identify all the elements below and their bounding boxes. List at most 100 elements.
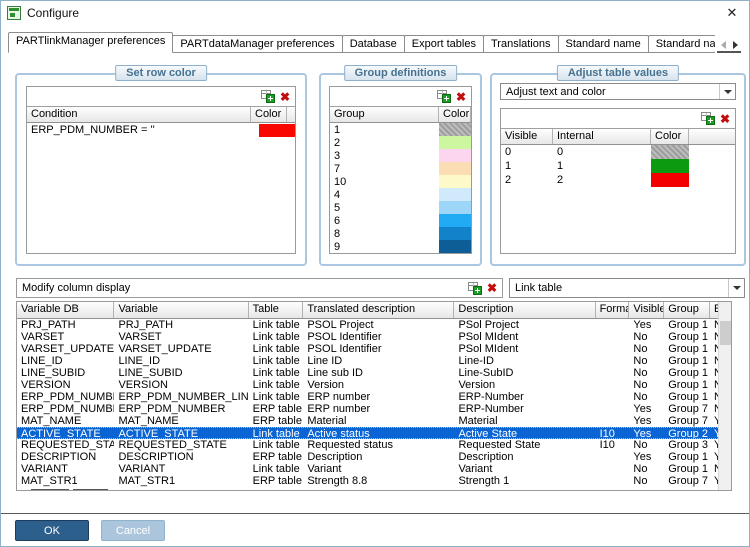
- partial-row: [17, 487, 718, 490]
- add-row-icon[interactable]: [701, 112, 715, 125]
- add-row-icon[interactable]: [261, 90, 275, 103]
- delete-column-icon[interactable]: ✖: [487, 282, 497, 294]
- cell: ERP_PDM_NUMBER: [17, 391, 114, 403]
- delete-row-icon[interactable]: ✖: [720, 113, 730, 125]
- column-header-4[interactable]: Description: [454, 302, 595, 318]
- column-header-color[interactable]: Color: [651, 129, 689, 144]
- vertical-scrollbar[interactable]: [718, 302, 731, 490]
- add-row-icon[interactable]: [437, 90, 451, 103]
- table-row[interactable]: LINE_IDLINE_IDLink tableLine IDLine-IDNo…: [17, 355, 718, 367]
- table-row[interactable]: ERP_PDM_NUMBERERP_PDM_NUMBERERP tableERP…: [17, 403, 718, 415]
- column-header-7[interactable]: Group: [664, 302, 710, 318]
- color-swatch[interactable]: [651, 173, 689, 187]
- column-header-group[interactable]: Group: [330, 107, 439, 122]
- internal-cell: 2: [553, 174, 651, 186]
- color-swatch[interactable]: [439, 240, 471, 253]
- group-cell: 4: [330, 189, 439, 201]
- cell: VERSION: [17, 379, 114, 391]
- column-header-condition[interactable]: Condition: [27, 107, 251, 122]
- table-row[interactable]: 9: [330, 240, 471, 253]
- tab-4[interactable]: Translations: [483, 35, 559, 53]
- table-row[interactable]: VARIANTVARIANTLink tableVariantVariantNo…: [17, 463, 718, 475]
- cell: Requested status: [303, 439, 454, 451]
- table-row[interactable]: 00: [501, 145, 735, 159]
- table-row[interactable]: 5: [330, 201, 471, 214]
- cell: Group 2: [664, 428, 710, 438]
- column-header-8[interactable]: E: [710, 302, 718, 318]
- column-header-stub: [689, 129, 735, 144]
- scrollbar-thumb[interactable]: [720, 321, 731, 345]
- adjust-mode-dropdown[interactable]: Adjust text and color: [500, 83, 736, 100]
- delete-row-icon[interactable]: ✖: [280, 91, 290, 103]
- ok-button[interactable]: OK: [15, 520, 89, 541]
- adjust-table-values-body: 001122: [501, 145, 735, 187]
- mcd-header-row: Variable DBVariableTableTranslated descr…: [17, 302, 718, 319]
- tab-0[interactable]: PARTlinkManager preferences: [8, 32, 173, 53]
- table-row[interactable]: MAT_STR1MAT_STR1ERP tableStrength 8.8Str…: [17, 475, 718, 487]
- cell: Group 1: [664, 343, 710, 355]
- close-icon[interactable]: ✕: [723, 4, 741, 22]
- table-row[interactable]: VARSETVARSETLink tablePSOL IdentifierPSo…: [17, 331, 718, 343]
- table-row[interactable]: ERP_PDM_NUMBERERP_PDM_NUMBER_LINKTABLELi…: [17, 391, 718, 403]
- color-swatch[interactable]: [439, 188, 471, 201]
- table-row[interactable]: 3: [330, 149, 471, 162]
- column-header-internal[interactable]: Internal: [553, 129, 651, 144]
- adjust-table-values-panel: ✖ Visible Internal Color 001122: [500, 108, 736, 254]
- table-select-dropdown[interactable]: Link table: [509, 278, 745, 298]
- table-row[interactable]: ACTIVE_STATEACTIVE_STATELink tableActive…: [17, 427, 718, 439]
- table-row[interactable]: 10: [330, 175, 471, 188]
- tab-2[interactable]: Database: [342, 35, 405, 53]
- column-header-6[interactable]: Visible: [629, 302, 664, 318]
- cell: [596, 331, 630, 343]
- color-swatch[interactable]: [651, 159, 689, 173]
- color-swatch[interactable]: [439, 136, 471, 149]
- table-row[interactable]: ERP_PDM_NUMBER = '': [27, 123, 295, 137]
- column-header-1[interactable]: Variable: [114, 302, 248, 318]
- tab-1[interactable]: PARTdataManager preferences: [172, 35, 342, 53]
- cell: Group 1: [664, 451, 710, 463]
- color-swatch[interactable]: [439, 175, 471, 188]
- column-header-3[interactable]: Translated description: [303, 302, 454, 318]
- table-row[interactable]: PRJ_PATHPRJ_PATHLink tablePSOL ProjectPS…: [17, 319, 718, 331]
- delete-row-icon[interactable]: ✖: [456, 91, 466, 103]
- cell: [596, 379, 630, 391]
- color-swatch[interactable]: [439, 162, 471, 175]
- table-row[interactable]: VARSET_UPDATEVARSET_UPDATELink tablePSOL…: [17, 343, 718, 355]
- table-row[interactable]: VERSIONVERSIONLink tableVersionVersionNo…: [17, 379, 718, 391]
- column-header-color[interactable]: Color: [251, 107, 287, 122]
- column-header-visible[interactable]: Visible: [501, 129, 553, 144]
- tab-scroll-left-icon[interactable]: [717, 38, 729, 53]
- tab-6[interactable]: Standard name (short): [648, 35, 715, 53]
- table-row[interactable]: DESCRIPTIONDESCRIPTIONERP tableDescripti…: [17, 451, 718, 463]
- color-swatch[interactable]: [259, 124, 295, 137]
- table-row[interactable]: MAT_NAMEMAT_NAMEERP tableMaterialMateria…: [17, 415, 718, 427]
- table-row[interactable]: 11: [501, 159, 735, 173]
- color-swatch[interactable]: [439, 201, 471, 214]
- cell: Group 7: [664, 415, 710, 427]
- cancel-button[interactable]: Cancel: [101, 520, 165, 541]
- table-row[interactable]: REQUESTED_STATEREQUESTED_STATELink table…: [17, 439, 718, 451]
- table-row[interactable]: 1: [330, 123, 471, 136]
- table-row[interactable]: LINE_SUBIDLINE_SUBIDLink tableLine sub I…: [17, 367, 718, 379]
- tab-3[interactable]: Export tables: [404, 35, 484, 53]
- column-header-color[interactable]: Color: [439, 107, 471, 122]
- table-row[interactable]: 8: [330, 227, 471, 240]
- color-swatch[interactable]: [439, 214, 471, 227]
- color-swatch[interactable]: [439, 227, 471, 240]
- cell: Strength 1: [454, 475, 595, 487]
- table-row[interactable]: 7: [330, 162, 471, 175]
- color-swatch[interactable]: [651, 145, 689, 159]
- cell: [596, 367, 630, 379]
- column-header-5[interactable]: Format: [596, 302, 630, 318]
- tab-scroll-right-icon[interactable]: [729, 38, 741, 53]
- column-header-2[interactable]: Table: [249, 302, 304, 318]
- color-swatch[interactable]: [439, 149, 471, 162]
- add-column-icon[interactable]: [468, 282, 482, 295]
- column-header-0[interactable]: Variable DB: [17, 302, 114, 318]
- table-row[interactable]: 4: [330, 188, 471, 201]
- table-row[interactable]: 6: [330, 214, 471, 227]
- color-swatch[interactable]: [439, 123, 471, 136]
- table-row[interactable]: 2: [330, 136, 471, 149]
- table-row[interactable]: 22: [501, 173, 735, 187]
- tab-5[interactable]: Standard name: [558, 35, 649, 53]
